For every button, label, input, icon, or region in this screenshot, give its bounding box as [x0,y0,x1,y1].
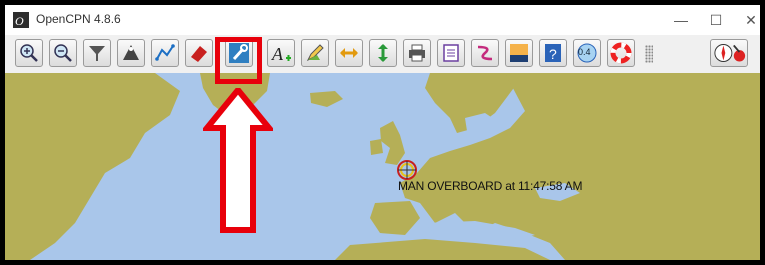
ais-button[interactable]: 0.4 [573,39,601,67]
svg-text:O: O [15,14,24,28]
scale-in-button[interactable] [83,39,111,67]
route-button[interactable] [151,39,179,67]
compass-icon [714,44,746,62]
tides-button[interactable] [471,39,499,67]
scale-out-button[interactable] [117,39,145,67]
curve-icon [477,45,493,61]
text-icon: A [271,44,291,64]
window-title: OpenCPN 4.8.6 [36,12,121,26]
opencpn-window: O OpenCPN 4.8.6 — ☐ ✕ A ? 0.4 MAN OVERBO… [5,5,760,260]
zoom-out-button[interactable] [49,39,77,67]
arrows-horizontal-icon [340,48,358,58]
svg-text:A: A [271,44,284,64]
zoom-in-button[interactable] [15,39,43,67]
magnifier-minus-icon [54,44,72,62]
help-icon: ? [545,44,561,62]
pencil-icon [306,44,324,62]
mob-label: MAN OVERBOARD at 11:47:58 AM [398,179,583,193]
funnel-icon [89,46,105,61]
lifebuoy-icon [610,42,632,64]
maximize-button[interactable]: ☐ [696,5,736,35]
help-button[interactable]: ? [539,39,567,67]
print-button[interactable] [403,39,431,67]
track-button[interactable] [185,39,213,67]
chart-canvas[interactable]: MAN OVERBOARD at 11:47:58 AM [5,73,760,260]
compass-widget[interactable] [710,39,748,67]
opencpn-logo-icon: O [13,12,29,28]
toolbar-grip[interactable] [645,45,653,63]
minimize-button[interactable]: — [661,5,701,35]
arrows-vertical-icon [378,44,388,62]
main-toolbar: A ? 0.4 [5,35,760,73]
title-bar[interactable]: O OpenCPN 4.8.6 — ☐ ✕ [5,5,760,35]
route-manager-button[interactable] [437,39,465,67]
close-button[interactable]: ✕ [731,5,760,35]
mob-target-icon[interactable] [396,159,418,181]
route-icon [155,44,175,61]
north-up-button[interactable] [335,39,363,67]
chart-quilt-button[interactable] [505,39,533,67]
up-arrow-icon [203,88,273,233]
magnifier-plus-icon [20,44,38,62]
landmass-layer [5,73,760,260]
course-up-button[interactable] [369,39,397,67]
highlight-box [215,37,262,84]
printer-icon [409,44,425,62]
clipboard-icon [443,44,459,62]
draw-button[interactable] [301,39,329,67]
ship-triangle-icon [123,45,139,60]
eraser-icon [191,46,207,62]
ais-value: 0.4 [578,47,591,57]
mob-button[interactable] [607,39,635,67]
text-button[interactable]: A [267,39,295,67]
chart-icon [510,44,528,62]
svg-text:?: ? [549,46,557,62]
